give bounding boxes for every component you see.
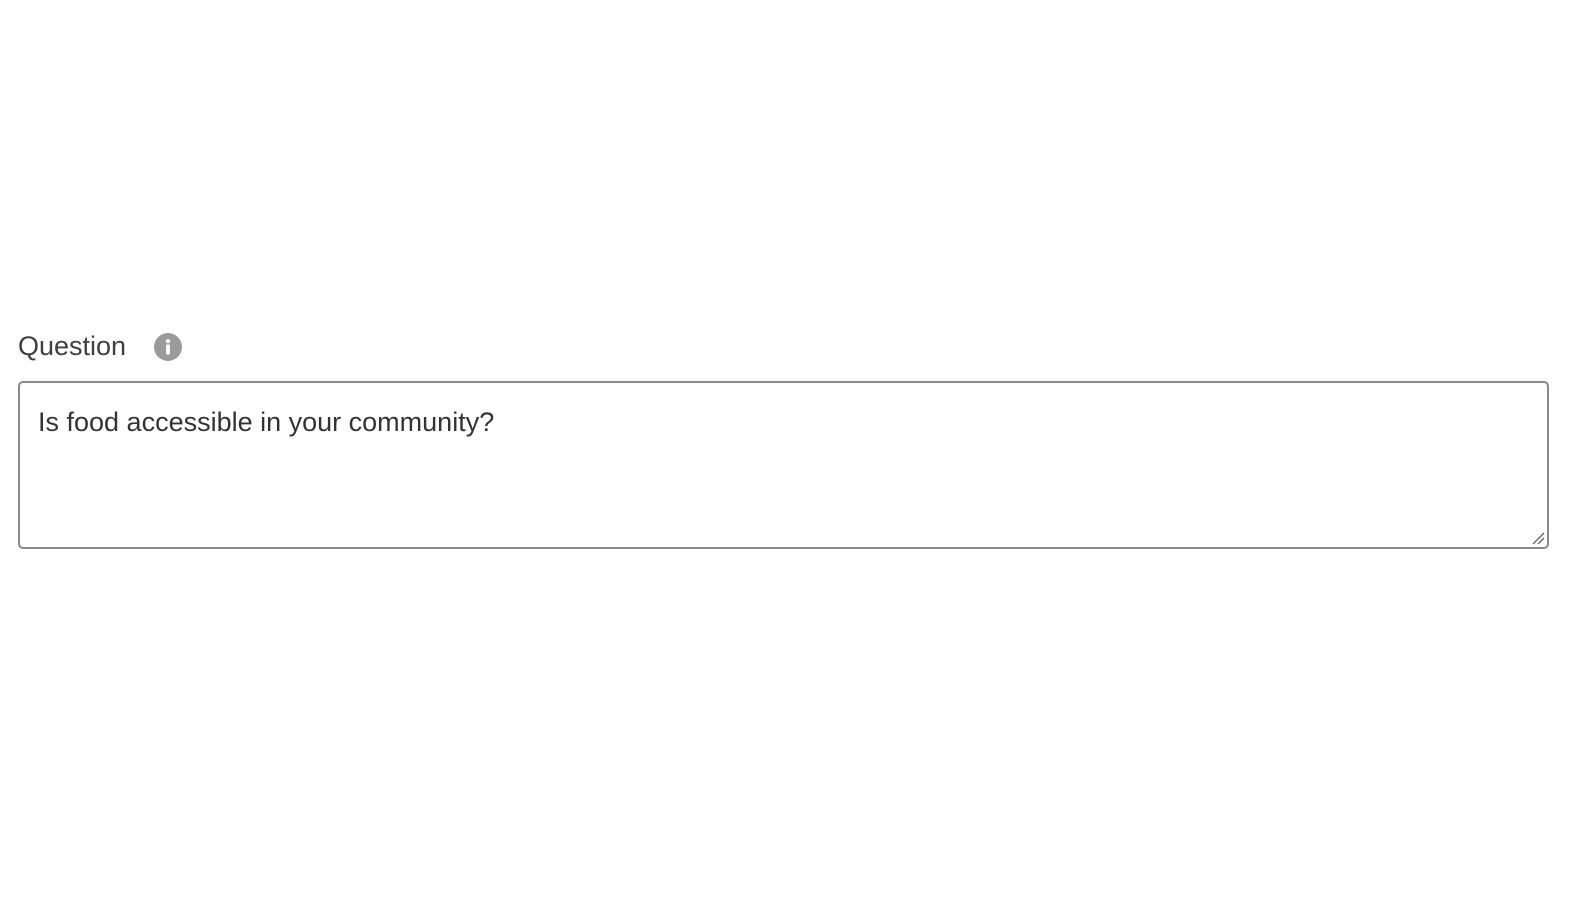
resize-handle-icon[interactable] [1529, 529, 1545, 545]
question-label-row: Question [18, 326, 1549, 366]
info-icon-glyph [165, 339, 171, 355]
question-textarea-value: Is food accessible in your community? [38, 407, 495, 437]
question-field: Question Is food accessible in your comm… [18, 326, 1549, 549]
question-label: Question [18, 331, 127, 361]
question-textarea[interactable]: Is food accessible in your community? [18, 381, 1549, 549]
info-icon[interactable] [154, 333, 183, 361]
